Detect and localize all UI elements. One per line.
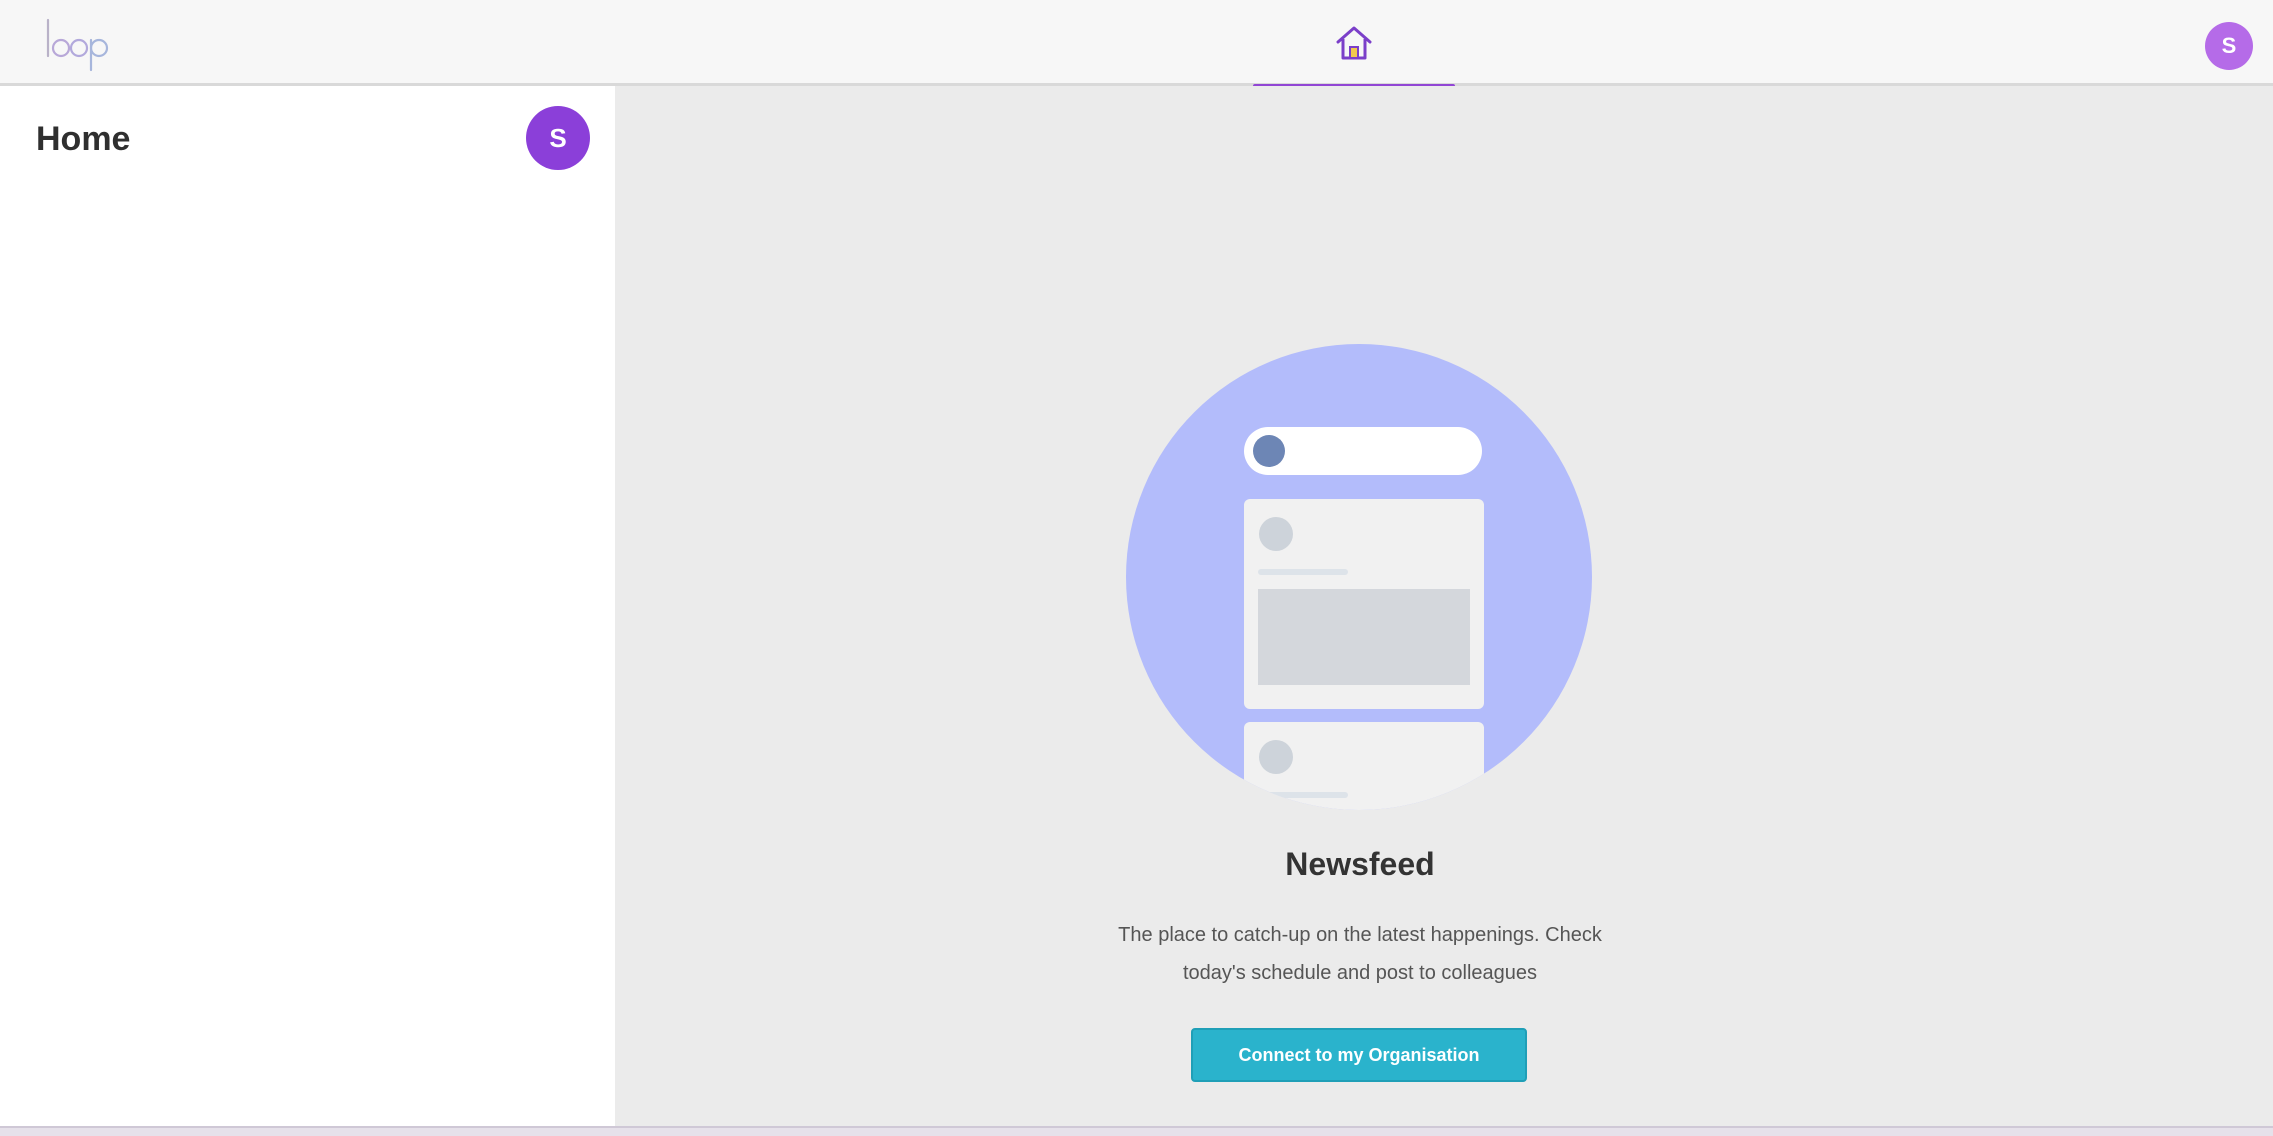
- sidebar-title: Home: [36, 120, 131, 158]
- empty-state-description-line-1: The place to catch-up on the latest happ…: [1118, 924, 1602, 946]
- empty-state-description-line-2: today's schedule and post to colleagues: [1182, 962, 1538, 984]
- sidebar-avatar[interactable]: S: [526, 106, 590, 170]
- home-icon: [1336, 26, 1372, 60]
- empty-state-description: The place to catch-up on the latest happ…: [1010, 916, 1710, 992]
- illustration-avatar-dot: [1253, 435, 1285, 467]
- user-avatar[interactable]: S: [2205, 22, 2253, 70]
- loop-logo[interactable]: [44, 14, 114, 72]
- sidebar: Home S: [0, 86, 615, 1136]
- bottom-edge: [0, 1126, 2273, 1136]
- newsfeed-illustration: [1126, 344, 1592, 810]
- nav-tab-home[interactable]: [1253, 0, 1455, 89]
- empty-state-title: Newsfeed: [1285, 846, 1435, 882]
- connect-organisation-button[interactable]: Connect to my Organisation: [1191, 1028, 1527, 1082]
- loop-logo-mark: [46, 18, 109, 72]
- main-content: Newsfeed The place to catch-up on the la…: [615, 86, 2273, 1126]
- top-bar: S: [0, 0, 2273, 89]
